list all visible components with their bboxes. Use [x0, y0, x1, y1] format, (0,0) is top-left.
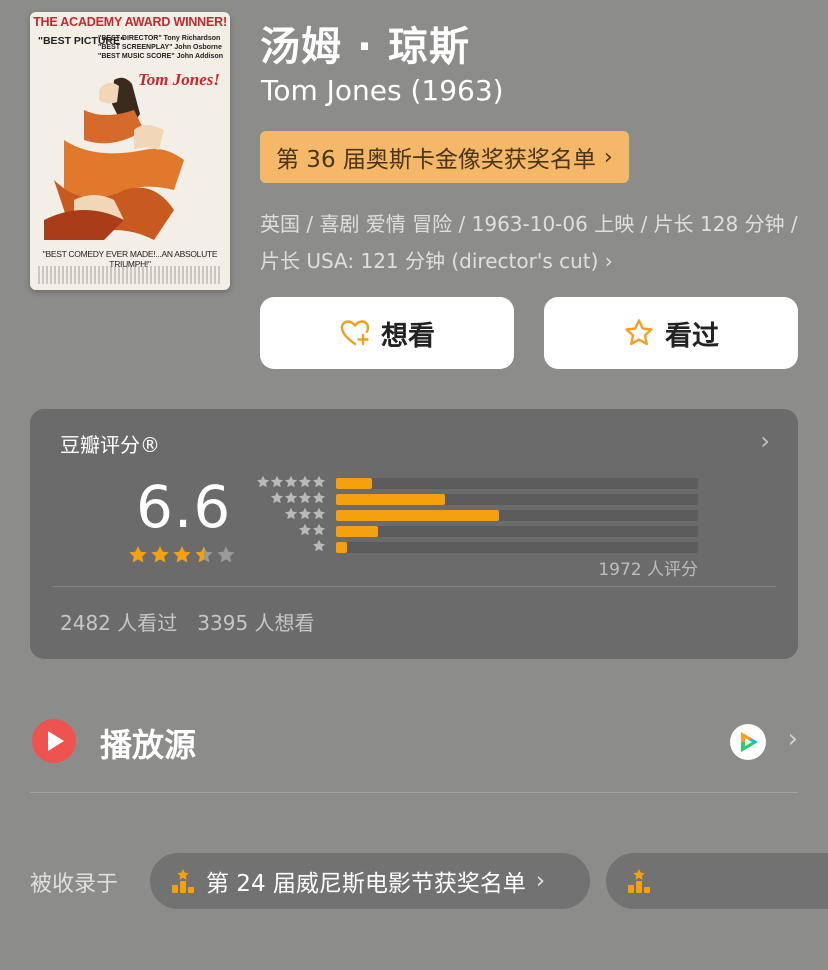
- rating-footer: 2482 人看过 3395 人想看: [60, 607, 315, 636]
- heart-plus-icon: [340, 320, 370, 346]
- watched-label: 看过: [665, 320, 719, 352]
- rating-score: 6.6: [136, 473, 232, 541]
- podium-star-icon: [172, 869, 194, 893]
- star-outline-icon: [625, 319, 653, 346]
- rating-count: 1972 人评分: [598, 560, 698, 580]
- star-grey-icon: [270, 491, 284, 504]
- movie-poster[interactable]: THE ACADEMY AWARD WINNER! "BEST PICTURE"…: [30, 12, 230, 290]
- want-count: 3395 人想看: [197, 611, 315, 635]
- star-filled-icon: [129, 546, 147, 563]
- star-empty-icon: [217, 546, 235, 563]
- rating-bar-fill: [336, 494, 445, 505]
- star-grey-icon: [298, 507, 312, 520]
- star-grey-icon: [284, 507, 298, 520]
- star-grey-icon: [284, 491, 298, 504]
- play-source-label: 播放源: [100, 726, 197, 764]
- chevron-right-icon: ›: [760, 427, 770, 455]
- star-grey-icon: [312, 475, 326, 488]
- movie-title-en: Tom Jones (1963): [261, 74, 504, 107]
- collection-chip-label: 第 24 届威尼斯电影节获奖名单: [206, 871, 526, 897]
- star-grey-icon: [312, 491, 326, 504]
- rating-bar-track: [336, 526, 698, 537]
- star-filled-icon: [151, 546, 169, 563]
- seen-count: 2482 人看过: [60, 611, 178, 635]
- watched-button[interactable]: 看过: [544, 297, 798, 369]
- rating-distribution-row: [256, 491, 698, 507]
- divider: [30, 792, 798, 793]
- play-icon: [32, 719, 76, 763]
- tencent-video-icon: [730, 724, 766, 760]
- star-grey-icon: [284, 475, 298, 488]
- podium-star-icon: [628, 869, 650, 893]
- rating-bar-track: [336, 542, 698, 553]
- rating-row-stars: [312, 539, 326, 553]
- chevron-right-icon: ›: [603, 144, 613, 170]
- star-grey-icon: [312, 523, 326, 536]
- divider: [52, 586, 776, 587]
- movie-title-cn: 汤姆 · 琼斯: [260, 24, 471, 70]
- poster-artwork: [44, 77, 184, 240]
- award-list-label: 第 36 届奥斯卡金像奖获奖名单: [276, 147, 596, 173]
- movie-meta-info[interactable]: 英国 / 喜剧 爱情 冒险 / 1963-10-06 上映 / 片长 128 分…: [260, 206, 805, 280]
- star-grey-icon: [270, 475, 284, 488]
- star-half-icon: [195, 546, 213, 563]
- star-grey-icon: [256, 475, 270, 488]
- star-grey-icon: [298, 491, 312, 504]
- rating-row-stars: [256, 475, 326, 489]
- rating-source-label: 豆瓣评分®: [60, 433, 160, 457]
- poster-credit-line: "BEST DIRECTOR" Tony Richardson: [98, 35, 221, 42]
- movie-meta-text: 英国 / 喜剧 爱情 冒险 / 1963-10-06 上映 / 片长 128 分…: [260, 212, 798, 273]
- star-filled-icon: [173, 546, 191, 563]
- rating-row-stars: [298, 523, 326, 537]
- rating-row-stars: [284, 507, 326, 521]
- rating-distribution-row: [256, 475, 698, 491]
- star-grey-icon: [312, 539, 326, 552]
- play-source-row[interactable]: 播放源 ›: [30, 700, 798, 782]
- poster-credit-line: "BEST MUSIC SCORE" John Addison: [98, 53, 223, 60]
- rating-bar-track: [336, 494, 698, 505]
- award-list-button[interactable]: 第 36 届奥斯卡金像奖获奖名单 ›: [260, 131, 629, 183]
- poster-credits: "BEST DIRECTOR" Tony Richardson "BEST SC…: [98, 34, 223, 61]
- star-grey-icon: [312, 507, 326, 520]
- want-to-watch-button[interactable]: 想看: [260, 297, 514, 369]
- rating-distribution-row: [256, 507, 698, 523]
- rating-bar-fill: [336, 478, 373, 489]
- rating-bar-track: [336, 510, 698, 521]
- chevron-right-icon: ›: [787, 724, 798, 754]
- rating-bar-fill: [336, 526, 378, 537]
- rating-bar-fill: [336, 542, 347, 553]
- poster-fine-print: [38, 266, 222, 284]
- star-grey-icon: [298, 475, 312, 488]
- star-grey-icon: [298, 523, 312, 536]
- rating-row-stars: [270, 491, 326, 505]
- want-to-watch-label: 想看: [381, 320, 435, 352]
- chevron-right-icon: ›: [604, 249, 613, 273]
- collection-chip[interactable]: [606, 853, 828, 909]
- rating-distribution-row: [256, 539, 698, 555]
- rating-bar-track: [336, 478, 698, 489]
- rating-stars: [128, 545, 236, 565]
- poster-top-banner: THE ACADEMY AWARD WINNER!: [33, 15, 227, 29]
- collections-label: 被收录于: [30, 872, 119, 897]
- chevron-right-icon: ›: [535, 868, 546, 894]
- collection-chip[interactable]: 第 24 届威尼斯电影节获奖名单 ›: [150, 853, 590, 909]
- rating-card[interactable]: 豆瓣评分® › 6.6 1972 人评分 2482 人看过 3395 人想看: [30, 409, 798, 659]
- rating-distribution-row: [256, 523, 698, 539]
- rating-bar-fill: [336, 510, 499, 521]
- poster-film-title: Tom Jones!: [137, 70, 220, 89]
- poster-credit-line: "BEST SCREENPLAY" John Osborne: [98, 44, 222, 51]
